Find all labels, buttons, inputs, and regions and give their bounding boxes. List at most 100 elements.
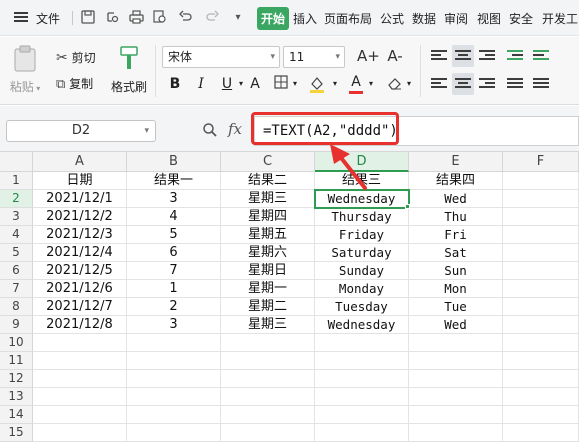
cell-d10[interactable] — [315, 334, 409, 352]
cell-d8[interactable]: Tuesday — [315, 298, 409, 316]
cell-a4[interactable]: 2021/12/3 — [33, 226, 127, 244]
print-icon[interactable] — [128, 10, 144, 26]
column-header-e[interactable]: E — [409, 152, 503, 172]
cell-f10[interactable] — [503, 334, 579, 352]
cell-e14[interactable] — [409, 406, 503, 424]
cell-b13[interactable] — [127, 388, 221, 406]
cell-c5[interactable]: 星期六 — [221, 244, 315, 262]
cell-f6[interactable] — [503, 262, 579, 280]
cell-e4[interactable]: Fri — [409, 226, 503, 244]
cell-e8[interactable]: Tue — [409, 298, 503, 316]
cell-f2[interactable] — [503, 190, 579, 208]
row-header-15[interactable]: 15 — [0, 424, 33, 442]
select-all-corner[interactable] — [0, 152, 33, 172]
font-size-select[interactable]: 11 ▾ — [283, 46, 345, 68]
decrease-indent-icon[interactable] — [504, 45, 526, 67]
decrease-font-size-button[interactable]: A- — [384, 47, 406, 65]
column-header-c[interactable]: C — [221, 152, 315, 172]
cell-e7[interactable]: Mon — [409, 280, 503, 298]
cell-d13[interactable] — [315, 388, 409, 406]
cell-c6[interactable]: 星期日 — [221, 262, 315, 280]
cell-b6[interactable]: 7 — [127, 262, 221, 280]
cell-b15[interactable] — [127, 424, 221, 442]
cell-e11[interactable] — [409, 352, 503, 370]
name-box[interactable]: D2 ▾ — [6, 120, 156, 142]
bold-button[interactable]: B — [166, 75, 184, 93]
cell-e3[interactable]: Thu — [409, 208, 503, 226]
cell-f1[interactable] — [503, 172, 579, 190]
clear-format-eraser-icon[interactable] — [384, 75, 406, 96]
cell-d5[interactable]: Saturday — [315, 244, 409, 262]
cell-b5[interactable]: 6 — [127, 244, 221, 262]
strikethrough-a-icon[interactable]: A — [246, 75, 264, 93]
cell-c13[interactable] — [221, 388, 315, 406]
fill-handle[interactable] — [405, 204, 410, 209]
cell-d11[interactable] — [315, 352, 409, 370]
cell-b11[interactable] — [127, 352, 221, 370]
cell-a14[interactable] — [33, 406, 127, 424]
cell-d3[interactable]: Thursday — [315, 208, 409, 226]
fill-color-icon[interactable] — [306, 75, 328, 98]
cell-a2[interactable]: 2021/12/1 — [33, 190, 127, 208]
redo-icon[interactable] — [204, 10, 220, 26]
cell-c1[interactable]: 结果二 — [221, 172, 315, 190]
cell-e2[interactable]: Wed — [409, 190, 503, 208]
cell-a15[interactable] — [33, 424, 127, 442]
customize-toolbar-icon[interactable]: ▾ — [230, 10, 246, 26]
cell-b4[interactable]: 5 — [127, 226, 221, 244]
cell-f5[interactable] — [503, 244, 579, 262]
row-header-2[interactable]: 2 — [0, 190, 33, 208]
row-header-9[interactable]: 9 — [0, 316, 33, 334]
cell-a12[interactable] — [33, 370, 127, 388]
cell-c14[interactable] — [221, 406, 315, 424]
main-menu-icon[interactable] — [14, 12, 28, 23]
align-center-icon[interactable] — [452, 73, 474, 95]
cell-f13[interactable] — [503, 388, 579, 406]
cell-d12[interactable] — [315, 370, 409, 388]
cell-c7[interactable]: 星期一 — [221, 280, 315, 298]
tab-page-layout[interactable]: 页面布局 — [324, 10, 372, 27]
format-painter-button[interactable]: 格式刷 — [106, 45, 152, 95]
underline-button[interactable]: U — [218, 75, 236, 93]
cell-d6[interactable]: Sunday — [315, 262, 409, 280]
cell-e5[interactable]: Sat — [409, 244, 503, 262]
cell-b7[interactable]: 1 — [127, 280, 221, 298]
cell-d7[interactable]: Monday — [315, 280, 409, 298]
tab-home[interactable]: 开始 — [257, 7, 290, 30]
save-icon[interactable] — [80, 10, 96, 26]
cell-a11[interactable] — [33, 352, 127, 370]
cell-a10[interactable] — [33, 334, 127, 352]
row-header-3[interactable]: 3 — [0, 208, 33, 226]
row-header-13[interactable]: 13 — [0, 388, 33, 406]
cell-d15[interactable] — [315, 424, 409, 442]
cell-e15[interactable] — [409, 424, 503, 442]
cell-f12[interactable] — [503, 370, 579, 388]
cell-c11[interactable] — [221, 352, 315, 370]
row-header-10[interactable]: 10 — [0, 334, 33, 352]
chevron-down-icon[interactable]: ▾ — [236, 75, 246, 93]
row-header-14[interactable]: 14 — [0, 406, 33, 424]
cell-e13[interactable] — [409, 388, 503, 406]
distributed-align-icon[interactable] — [530, 73, 552, 95]
cell-a7[interactable]: 2021/12/6 — [33, 280, 127, 298]
cell-a3[interactable]: 2021/12/2 — [33, 208, 127, 226]
cell-c15[interactable] — [221, 424, 315, 442]
cell-f8[interactable] — [503, 298, 579, 316]
cell-b10[interactable] — [127, 334, 221, 352]
row-header-11[interactable]: 11 — [0, 352, 33, 370]
align-left-icon[interactable] — [428, 73, 450, 95]
borders-icon[interactable] — [272, 75, 290, 94]
cell-c12[interactable] — [221, 370, 315, 388]
tab-view[interactable]: 视图 — [477, 10, 501, 27]
cell-f7[interactable] — [503, 280, 579, 298]
font-color-button[interactable]: A — [346, 73, 366, 94]
cell-c3[interactable]: 星期四 — [221, 208, 315, 226]
search-icon[interactable] — [202, 122, 218, 138]
chevron-down-icon[interactable]: ▾ — [330, 75, 340, 93]
font-name-select[interactable]: 宋体 ▾ — [162, 46, 280, 68]
cell-a5[interactable]: 2021/12/4 — [33, 244, 127, 262]
italic-button[interactable]: I — [192, 75, 210, 93]
cell-f15[interactable] — [503, 424, 579, 442]
file-menu[interactable]: 文件 — [36, 10, 60, 27]
row-header-5[interactable]: 5 — [0, 244, 33, 262]
